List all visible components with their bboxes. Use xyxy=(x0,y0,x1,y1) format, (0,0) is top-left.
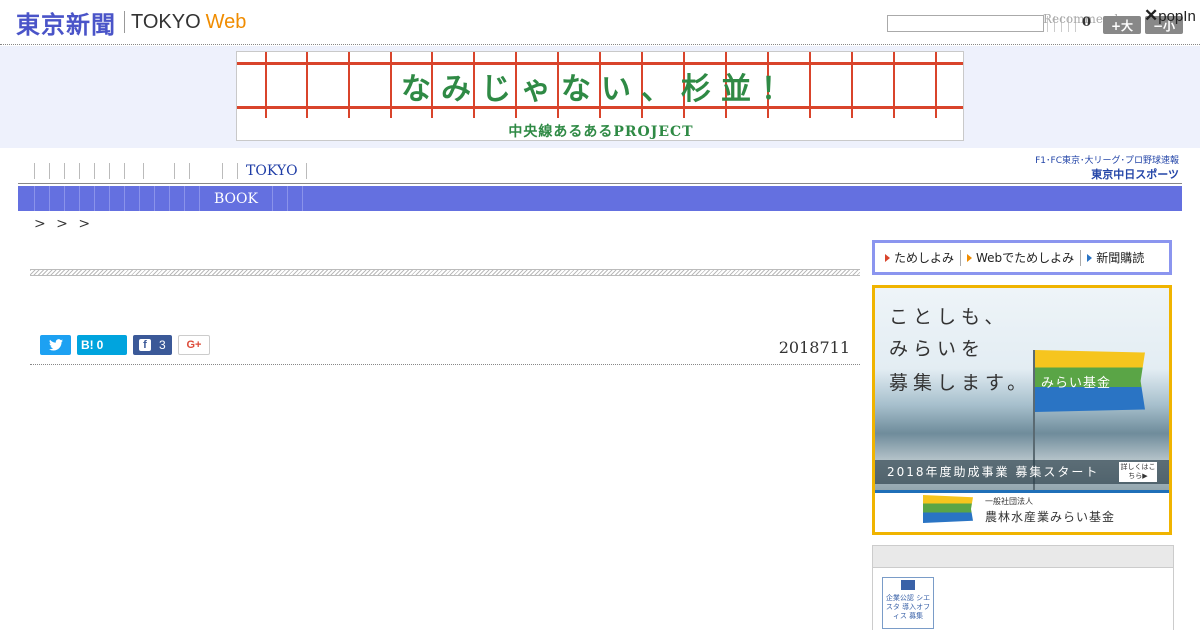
nav-separator xyxy=(79,186,80,211)
secondary-nav: BOOK xyxy=(18,186,1182,211)
article-date: 2018711 xyxy=(778,338,850,357)
mirai-announcement-strip: 2018年度助成事業 募集スタート 詳しくはこちら▶ xyxy=(875,460,1169,484)
arrow-right-icon xyxy=(967,253,973,262)
ad-title: なみじゃない、杉並！ xyxy=(401,72,801,107)
site-logo[interactable]: 東京新聞 TOKYO Web xyxy=(16,8,247,39)
nav-separator xyxy=(184,186,185,211)
nav-separator xyxy=(305,163,307,179)
twitter-bird-icon xyxy=(48,339,63,351)
nav-separator xyxy=(94,163,95,179)
nav-separator xyxy=(139,186,140,211)
nav-separator xyxy=(143,163,144,179)
hatena-bookmark-button[interactable]: B! 0 xyxy=(77,335,127,355)
nav-separator xyxy=(154,186,155,211)
siesta-badge-text: 企業公認 シエスタ 導入オフィス 募集 xyxy=(885,594,931,620)
mirai-announcement-text: 2018年度助成事業 募集スタート xyxy=(887,465,1100,479)
chunichi-sports-link[interactable]: F1･FC東京･大リーグ･プロ野球速報 東京中日スポーツ xyxy=(1027,153,1179,182)
share-buttons: B! 0 f 3 G+ xyxy=(40,335,210,355)
nav-separator xyxy=(124,163,125,179)
subscribe-link[interactable]: 新聞購読 xyxy=(1087,249,1150,266)
hatena-count: 0 xyxy=(96,338,104,352)
search-input[interactable] xyxy=(887,15,1044,32)
facebook-icon: f xyxy=(139,339,151,351)
mirai-fund-ad[interactable]: ことしも、 みらいを 募集します。 みらい基金 2018年度助成事業 募集スター… xyxy=(872,285,1172,535)
siesta-icon xyxy=(901,580,915,590)
trial-reading-label: ためしよみ xyxy=(894,251,955,265)
facebook-share-button[interactable]: f 3 xyxy=(133,335,172,355)
sidebar-widget: 企業公認 シエスタ 導入オフィス 募集 xyxy=(872,545,1174,630)
mirai-org-name: 農林水産業みらい基金 xyxy=(985,510,1116,524)
nav-separator xyxy=(271,186,273,211)
siesta-office-badge[interactable]: 企業公認 シエスタ 導入オフィス 募集 xyxy=(882,577,934,629)
nav-separator xyxy=(109,163,110,179)
nav-separator xyxy=(222,163,223,179)
mirai-fund-logo-icon xyxy=(923,495,973,523)
top-ad-area: なみじゃない、杉並！ 中央線あるあるPROJECT xyxy=(0,46,1200,148)
breadcrumb[interactable]: > > > xyxy=(34,216,93,232)
arrow-right-icon xyxy=(885,253,890,262)
popin-label: popIn xyxy=(1158,8,1196,25)
mirai-copy-line: みらいを xyxy=(889,338,986,360)
popin-widget[interactable]: ✕popIn xyxy=(1144,6,1196,26)
nav-item-book[interactable]: BOOK xyxy=(200,191,272,207)
arrow-right-icon xyxy=(1087,253,1093,262)
nav-separator xyxy=(49,186,50,211)
site-header: 東京新聞 TOKYO Web Recommend 0 +大 −小 ✕popIn xyxy=(0,0,1200,45)
subscription-links: ためしよみ Webでためしよみ 新聞購読 xyxy=(872,240,1172,275)
chunichi-logo: 東京中日スポーツ xyxy=(1091,168,1179,181)
logo-tokyo-text: TOKYO xyxy=(131,10,201,33)
trial-reading-link[interactable]: ためしよみ xyxy=(885,249,960,266)
close-icon[interactable]: ✕ xyxy=(1144,6,1158,25)
font-size-larger-button[interactable]: +大 xyxy=(1103,16,1141,34)
nav-separator xyxy=(124,186,125,211)
logo-web-text: Web xyxy=(205,10,247,33)
mirai-copy-line: ことしも、 xyxy=(889,306,1009,328)
ad-subtitle: 中央線あるあるPROJECT xyxy=(508,124,694,140)
facebook-count: 3 xyxy=(159,338,166,352)
sidebar-widget-header xyxy=(873,546,1173,568)
nav-separator xyxy=(49,163,50,179)
primary-nav: TOKYO xyxy=(18,160,1182,184)
mirai-copy-line: 募集します。 xyxy=(889,372,1032,394)
twitter-share-button[interactable] xyxy=(40,335,71,355)
link-separator xyxy=(1080,249,1082,266)
mirai-org-type: 一般社団法人 xyxy=(985,497,1033,506)
article-title-divider xyxy=(30,269,860,276)
hatena-icon: B! xyxy=(81,338,94,352)
logo-divider xyxy=(124,11,125,33)
nav-separator xyxy=(109,186,110,211)
nav-separator xyxy=(286,186,288,211)
nav-item-tokyo[interactable]: TOKYO xyxy=(238,163,306,179)
nav-separator xyxy=(189,163,190,179)
web-trial-reading-link[interactable]: Webでためしよみ xyxy=(967,249,1080,266)
mirai-flag-text: みらい基金 xyxy=(1041,376,1112,391)
link-separator xyxy=(960,249,962,266)
nav-separator xyxy=(64,163,65,179)
mirai-ad-photo: ことしも、 みらいを 募集します。 みらい基金 2018年度助成事業 募集スター… xyxy=(875,288,1169,493)
suginami-ad-banner[interactable]: なみじゃない、杉並！ 中央線あるあるPROJECT xyxy=(236,51,964,141)
web-trial-reading-label: Webでためしよみ xyxy=(976,251,1075,265)
nav-separator xyxy=(79,163,80,179)
nav-separator xyxy=(34,186,35,211)
recommend-count: 0 xyxy=(1082,15,1092,30)
nav-separator xyxy=(94,186,95,211)
mirai-more-button[interactable]: 詳しくはこちら▶ xyxy=(1119,462,1157,482)
nav-separator xyxy=(34,163,35,179)
google-plus-share-button[interactable]: G+ xyxy=(178,335,210,355)
nav-separator xyxy=(301,186,303,211)
nav-separator xyxy=(174,163,175,179)
logo-tokyo-shimbun: 東京新聞 xyxy=(16,10,116,39)
nav-separator xyxy=(64,186,65,211)
subscribe-label: 新聞購読 xyxy=(1096,251,1145,265)
nav-separator xyxy=(169,186,170,211)
chunichi-tagline: F1･FC東京･大リーグ･プロ野球速報 xyxy=(1035,156,1179,166)
article-date-divider xyxy=(30,364,860,365)
